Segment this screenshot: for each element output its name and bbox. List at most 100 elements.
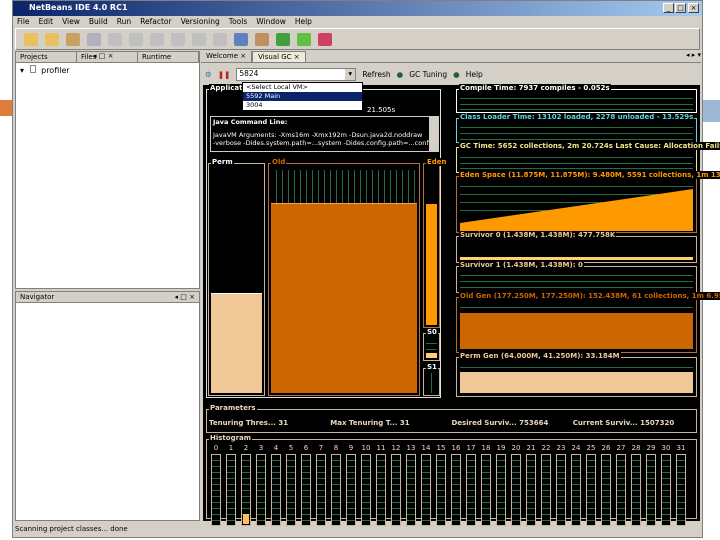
command-line-scrollbar[interactable]	[429, 117, 438, 151]
histogram-bin-label: 21	[526, 444, 536, 452]
vm-dropdown-list: <Select Local VM> 5592 Main 3004	[242, 82, 363, 111]
histogram-bin	[421, 454, 431, 526]
histogram-bin-label: 25	[586, 444, 596, 452]
maximize-button[interactable]: □	[675, 3, 686, 13]
help-button[interactable]: Help	[466, 70, 483, 79]
eden-usage-area	[460, 189, 693, 231]
tab-scroll-controls[interactable]: ◂ ▸ ▾	[686, 51, 701, 62]
pause-icon[interactable]: ❚❚	[218, 70, 231, 79]
perm-space: Perm	[208, 158, 265, 396]
parameter-item: Desired Surviv... 753664	[452, 419, 573, 427]
application-panel: Application 21.505s Java Command Line: J…	[206, 84, 448, 398]
new-project-icon[interactable]	[24, 32, 38, 46]
project-item-profiler[interactable]: profiler	[41, 66, 70, 75]
tab-runtime[interactable]: Runtime	[138, 52, 199, 62]
open-project-icon[interactable]	[66, 32, 80, 46]
parameter-item: Tenuring Thres... 31	[209, 419, 330, 427]
histogram-bin	[601, 454, 611, 526]
parameter-value: 31	[278, 419, 289, 427]
tab-visual-gc[interactable]: Visual GC ×	[252, 51, 306, 62]
slide-accent-right	[703, 100, 720, 122]
redo-icon[interactable]	[192, 32, 206, 46]
histogram-bin	[271, 454, 281, 526]
histogram-bin	[391, 454, 401, 526]
parameter-value: 31	[399, 419, 410, 427]
histogram-bin-label: 1	[228, 444, 234, 452]
histogram-bin-label: 6	[303, 444, 309, 452]
menu-view[interactable]: View	[62, 17, 80, 28]
gc-tuning-button[interactable]: GC Tuning	[409, 70, 447, 79]
tree-expander[interactable]: ▾	[20, 66, 24, 75]
refresh-button[interactable]: Refresh	[362, 70, 390, 79]
histogram-panel: Histogram 0 1 2 3 4 5 6 7 8 9 10 11 12 13 14 15 16 17 18 19…	[206, 434, 697, 526]
vm-option[interactable]: 3004	[243, 101, 362, 110]
menu-window[interactable]: Window	[256, 17, 286, 28]
histogram-bin-label: 22	[541, 444, 551, 452]
new-file-icon[interactable]	[45, 32, 59, 46]
histogram-bin	[361, 454, 371, 526]
histogram-bin-label: 5	[288, 444, 294, 452]
vm-combo[interactable]: 5824 ▾	[236, 67, 357, 81]
menu-file[interactable]: File	[17, 17, 30, 28]
histogram-bin	[436, 454, 446, 526]
navigator-controls[interactable]: ◂ □ ×	[171, 292, 199, 302]
old-gen-graph: Old Gen (177.250M, 177.250M): 152.438M, …	[456, 292, 720, 353]
command-line-box: Java Command Line: JavaVM Arguments: -Xm…	[210, 116, 439, 152]
visualgc-toolbar: ⚙ ❚❚ 5824 ▾ Refresh ● GC Tuning ● Help	[205, 66, 701, 82]
menu-build[interactable]: Build	[89, 17, 108, 28]
navigator-title[interactable]: Navigator	[16, 292, 58, 302]
histogram-bin	[286, 454, 296, 526]
menu-help[interactable]: Help	[295, 17, 312, 28]
chevron-down-icon: ▾	[345, 68, 356, 80]
paste-icon[interactable]	[150, 32, 164, 46]
histogram-bin-label: 28	[631, 444, 641, 452]
vm-option[interactable]: 5592 Main	[243, 92, 362, 101]
histogram-bin	[301, 454, 311, 526]
undo-icon[interactable]	[171, 32, 185, 46]
vm-option[interactable]: <Select Local VM>	[243, 83, 362, 92]
s0-fill	[426, 352, 437, 358]
find-icon[interactable]	[213, 32, 227, 46]
visual-gc-canvas: Application 21.505s Java Command Line: J…	[203, 84, 720, 526]
histogram-bin-label: 16	[451, 444, 461, 452]
menu-edit[interactable]: Edit	[39, 17, 54, 28]
copy-icon[interactable]	[129, 32, 143, 46]
close-button[interactable]: ×	[688, 3, 699, 13]
old-space: Old	[268, 158, 420, 396]
histogram-bin	[496, 454, 506, 526]
histogram-bin-label: 14	[421, 444, 431, 452]
projects-tab-controls[interactable]: ◂ □ ×	[93, 52, 113, 60]
histogram-bin	[316, 454, 326, 526]
save-all-icon[interactable]	[87, 32, 101, 46]
class-loader-graph: Class Loader Time: 13102 loaded, 2278 un…	[456, 113, 697, 143]
build-icon[interactable]	[234, 32, 248, 46]
histogram-bin	[676, 454, 686, 526]
histogram-bin	[541, 454, 551, 526]
project-icon	[29, 65, 36, 73]
tab-welcome[interactable]: Welcome ×	[201, 51, 253, 62]
menu-run[interactable]: Run	[117, 17, 131, 28]
cut-icon[interactable]	[108, 32, 122, 46]
profile-icon[interactable]	[318, 32, 332, 46]
histogram-bin-label: 23	[556, 444, 566, 452]
connect-icon[interactable]: ⚙	[205, 70, 212, 79]
debug-icon[interactable]	[297, 32, 311, 46]
histogram-bin	[211, 454, 221, 526]
menu-tools[interactable]: Tools	[229, 17, 247, 28]
eden-fill	[426, 203, 437, 325]
menu-refactor[interactable]: Refactor	[140, 17, 171, 28]
window-title: NetBeans IDE 4.0 RC1	[29, 3, 128, 12]
minimize-button[interactable]: _	[663, 3, 674, 13]
parameters-panel: Parameters Tenuring Thres... 31 Max Tenur…	[206, 404, 697, 433]
ide-window: NetBeans IDE 4.0 RC1 _ □ × File Edit View B…	[12, 0, 720, 538]
tab-projects[interactable]: Projects	[16, 52, 77, 62]
histogram-bin	[241, 454, 251, 526]
old-fill	[271, 202, 417, 393]
slide-accent-left	[0, 100, 12, 116]
menu-versioning[interactable]: Versioning	[181, 17, 220, 28]
histogram-bin-label: 9	[348, 444, 354, 452]
histogram-bin	[586, 454, 596, 526]
run-icon[interactable]	[276, 32, 290, 46]
clean-build-icon[interactable]	[255, 32, 269, 46]
histogram-bin	[331, 454, 341, 526]
